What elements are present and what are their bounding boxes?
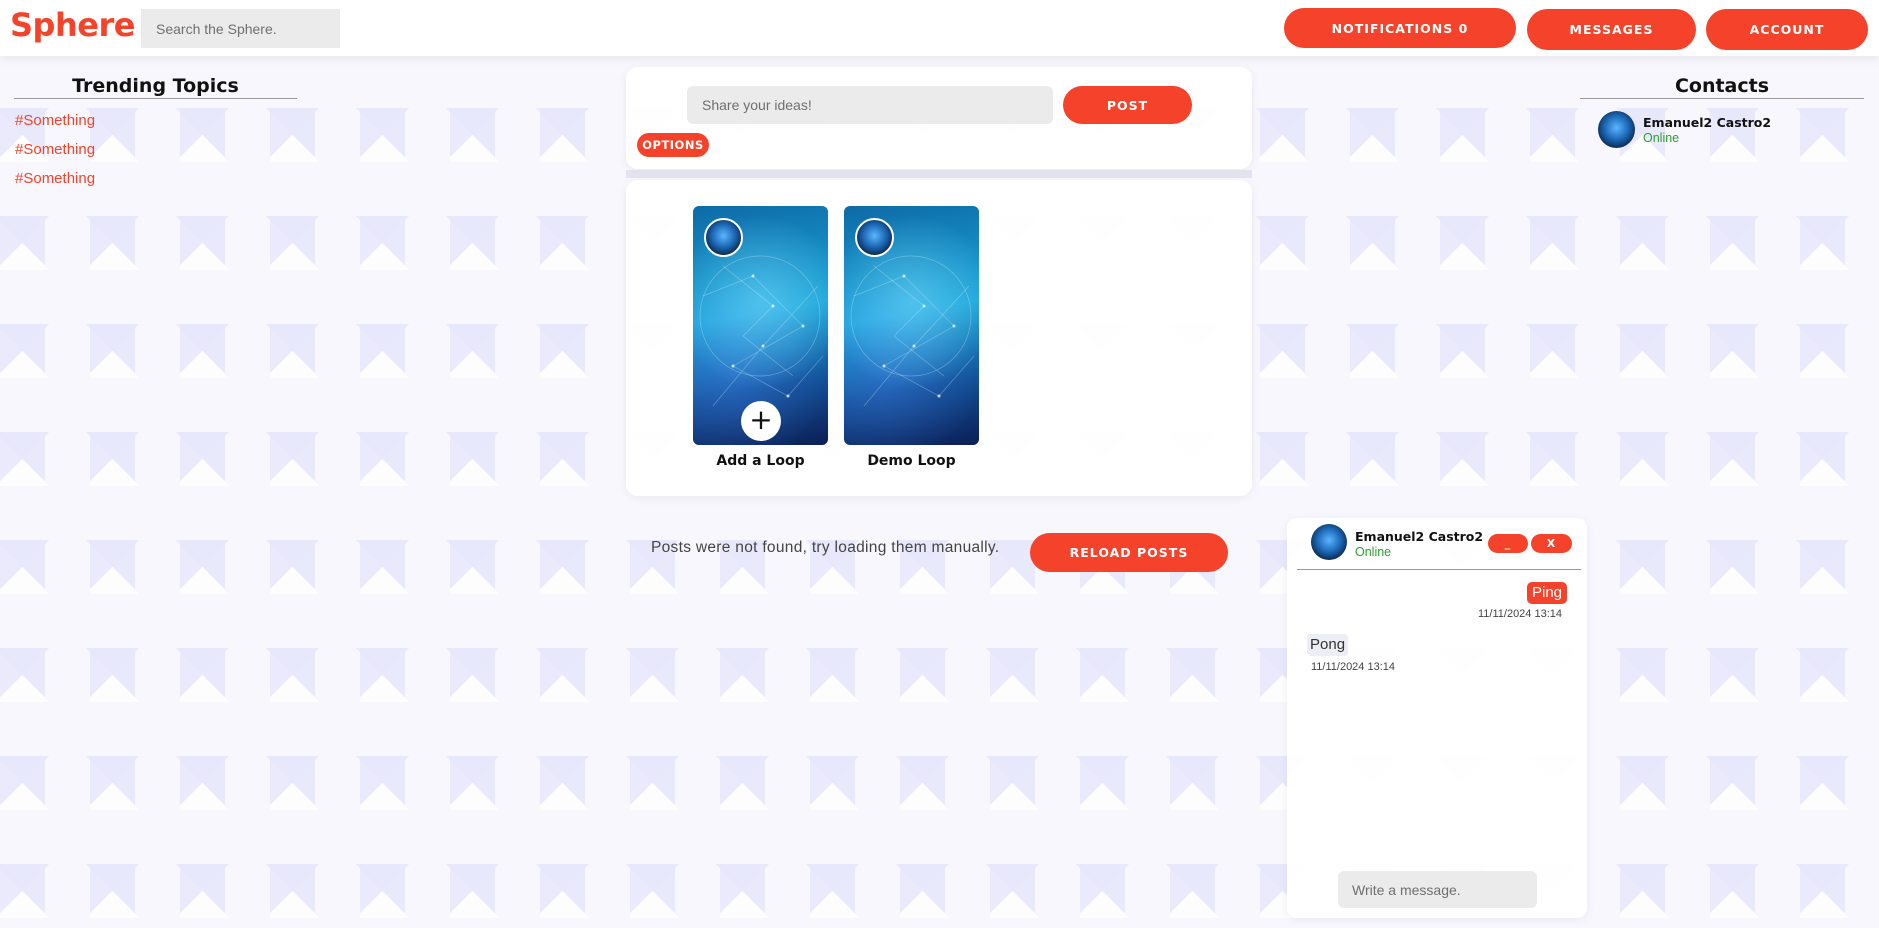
message-timestamp: 11/11/2024 13:14 bbox=[1311, 661, 1396, 673]
account-button[interactable]: ACCOUNT bbox=[1706, 9, 1868, 50]
loop-label: Demo Loop bbox=[867, 453, 956, 469]
avatar bbox=[704, 218, 743, 257]
close-chat-button[interactable]: X bbox=[1531, 534, 1572, 553]
avatar bbox=[1598, 111, 1635, 148]
message-timestamp: 11/11/2024 13:14 bbox=[1478, 608, 1563, 620]
trending-topic-link[interactable]: #Something bbox=[15, 141, 95, 170]
contact-name: Emanuel2 Castro2 bbox=[1643, 115, 1772, 130]
reload-posts-button[interactable]: RELOAD POSTS bbox=[1030, 533, 1228, 572]
logo[interactable]: Sphere bbox=[10, 6, 135, 44]
outgoing-message: Ping bbox=[1527, 582, 1568, 604]
post-input[interactable] bbox=[687, 86, 1053, 124]
avatar bbox=[1311, 524, 1347, 560]
contact-item[interactable]: Emanuel2 Castro2 Online bbox=[1598, 111, 1858, 149]
trending-title: Trending Topics bbox=[14, 75, 297, 99]
avatar bbox=[855, 218, 894, 257]
messages-button[interactable]: MESSAGES bbox=[1527, 9, 1696, 50]
loop-thumbnail bbox=[844, 206, 979, 445]
chat-contact-name: Emanuel2 Castro2 bbox=[1355, 529, 1484, 544]
chat-contact-status: Online bbox=[1355, 545, 1392, 559]
trending-list: #Something #Something #Something bbox=[15, 112, 95, 199]
loop-thumbnail: + bbox=[693, 206, 828, 445]
empty-feed-message: Posts were not found, try loading them m… bbox=[651, 539, 1000, 556]
notifications-button[interactable]: NOTIFICATIONS 0 bbox=[1284, 8, 1516, 48]
search-input[interactable] bbox=[141, 9, 340, 48]
contacts-title: Contacts bbox=[1580, 75, 1864, 99]
incoming-message: Pong bbox=[1307, 634, 1349, 656]
plus-icon[interactable]: + bbox=[741, 401, 781, 441]
trending-topic-link[interactable]: #Something bbox=[15, 170, 95, 199]
chat-window bbox=[1287, 518, 1587, 918]
minimize-chat-button[interactable]: _ bbox=[1488, 534, 1528, 553]
loop-label: Add a Loop bbox=[716, 453, 805, 469]
contact-status: Online bbox=[1643, 131, 1680, 145]
divider bbox=[626, 170, 1252, 178]
trending-topic-link[interactable]: #Something bbox=[15, 112, 95, 141]
divider bbox=[1297, 569, 1581, 570]
chat-message-input[interactable] bbox=[1338, 871, 1537, 908]
top-bar: Sphere NOTIFICATIONS 0 MESSAGES ACCOUNT bbox=[0, 0, 1879, 56]
options-button[interactable]: OPTIONS bbox=[637, 133, 709, 157]
post-button[interactable]: POST bbox=[1063, 86, 1192, 124]
